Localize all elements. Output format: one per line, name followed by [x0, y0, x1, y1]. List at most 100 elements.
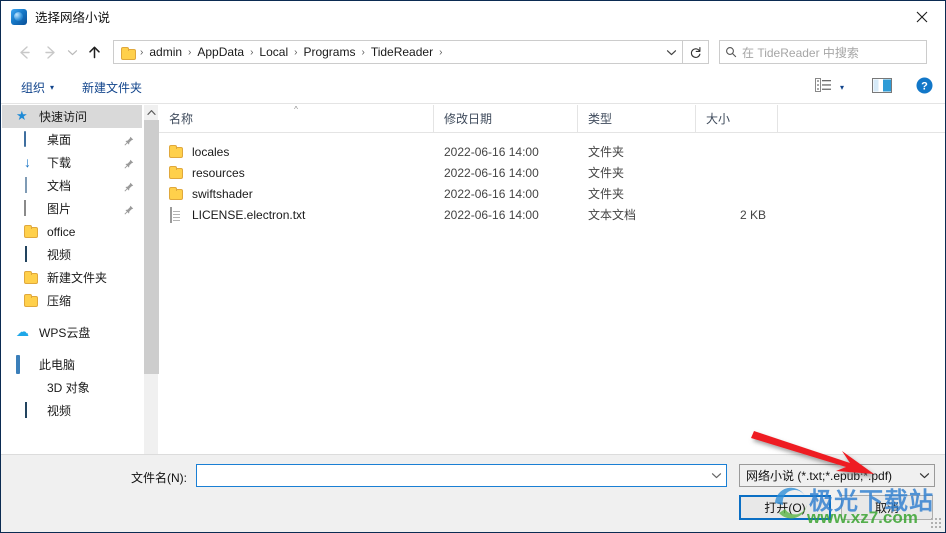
sidebar-item-2[interactable]: ↓ 下载	[2, 151, 142, 174]
sidebar-item-4[interactable]: 图片	[2, 197, 142, 220]
table-row[interactable]: resources 2022-06-16 14:00 文件夹	[159, 162, 945, 183]
search-placeholder: 在 TideReader 中搜索	[742, 45, 859, 60]
file-type-cell: 文件夹	[588, 145, 625, 159]
sidebar-item-label: 此电脑	[39, 358, 76, 372]
file-name-cell: swiftshader	[159, 186, 434, 201]
file-date-cell: 2022-06-16 14:00	[444, 207, 539, 222]
pin-icon[interactable]	[124, 135, 134, 146]
breadcrumb-separator: ›	[250, 46, 254, 58]
open-button[interactable]: 打开(O)	[739, 495, 831, 520]
file-date-cell: 2022-06-16 14:00	[444, 144, 539, 159]
sidebar-item-5[interactable]: office	[2, 220, 142, 243]
sidebar-item-label: 压缩	[47, 294, 72, 308]
navigation-pane-scrollbar[interactable]	[143, 105, 159, 479]
breadcrumb[interactable]: › admin › AppData › Local › Programs › T…	[113, 40, 683, 64]
breadcrumb-separator: ›	[361, 46, 365, 58]
breadcrumb-item-programs[interactable]: Programs	[299, 45, 359, 59]
help-button[interactable]: ?	[916, 77, 933, 99]
breadcrumb-separator: ›	[294, 46, 298, 58]
address-bar: › admin › AppData › Local › Programs › T…	[1, 32, 945, 72]
table-row[interactable]: LICENSE.electron.txt 2022-06-16 14:00 文本文档…	[159, 204, 945, 225]
resize-grip[interactable]	[930, 517, 942, 529]
sidebar-item-9[interactable]: ☁ WPS云盘	[2, 321, 142, 344]
sidebar-item-6[interactable]: 视频	[2, 243, 142, 266]
file-type-chevron-down-icon[interactable]	[914, 470, 934, 481]
breadcrumb-chevron-down-icon[interactable]	[660, 41, 682, 63]
svg-text:?: ?	[921, 80, 928, 92]
sidebar-item-label: 3D 对象	[47, 381, 90, 395]
file-rows: locales 2022-06-16 14:00 文件夹 resources 2022-…	[159, 133, 945, 225]
organize-button[interactable]: 组织 ▾	[13, 76, 62, 100]
new-folder-label: 新建文件夹	[82, 81, 143, 95]
sidebar-item-8[interactable]: 压缩	[2, 289, 142, 312]
scroll-up-chevron-up-icon[interactable]	[144, 105, 158, 120]
filename-chevron-down-icon[interactable]	[706, 465, 726, 486]
filename-input[interactable]	[197, 465, 706, 486]
file-name: resources	[192, 165, 245, 180]
back-arrow-icon[interactable]	[11, 39, 37, 65]
sidebar-item-1[interactable]: 桌面	[2, 128, 142, 151]
sidebar-item-12[interactable]: 视频	[2, 399, 142, 422]
new-folder-button[interactable]: 新建文件夹	[74, 76, 150, 100]
file-name: swiftshader	[192, 186, 253, 201]
file-open-dialog: 选择网络小说 › admin › AppData › Local › Progr…	[0, 0, 946, 533]
breadcrumb-item-admin[interactable]: admin	[145, 45, 186, 59]
column-header-name[interactable]: ^ 名称	[159, 104, 434, 133]
column-header-date[interactable]: 修改日期	[434, 104, 578, 133]
pin-icon[interactable]	[124, 181, 134, 192]
folder-icon	[24, 293, 40, 309]
breadcrumb-separator: ›	[188, 46, 192, 58]
table-row[interactable]: swiftshader 2022-06-16 14:00 文件夹	[159, 183, 945, 204]
breadcrumb-item-appdata[interactable]: AppData	[193, 45, 248, 59]
folder-icon	[121, 46, 136, 60]
filename-combobox[interactable]	[196, 464, 727, 487]
sidebar-item-label: 桌面	[47, 133, 72, 147]
cloud-icon: ☁	[16, 323, 29, 339]
documents-icon	[24, 176, 40, 194]
title-bar: 选择网络小说	[1, 1, 945, 32]
column-header-size[interactable]: 大小	[696, 104, 778, 133]
preview-pane-button[interactable]	[862, 77, 902, 98]
close-icon[interactable]	[899, 1, 945, 32]
navigation-pane[interactable]: ★ 快速访问 桌面 ↓ 下载 文档 图片 office 视频 新建文件夹 压缩 ☁ WPS云盘 此电脑 3D…	[2, 105, 142, 455]
sidebar-item-0[interactable]: ★ 快速访问	[2, 105, 142, 128]
table-row[interactable]: locales 2022-06-16 14:00 文件夹	[159, 141, 945, 162]
sidebar-item-label: 下载	[47, 156, 72, 170]
chevron-down-icon: ▾	[839, 83, 844, 92]
desktop-icon	[24, 130, 40, 148]
column-header-type[interactable]: 类型	[578, 104, 696, 133]
cancel-button[interactable]: 取消	[841, 495, 933, 520]
up-arrow-icon[interactable]	[81, 39, 107, 65]
scrollbar-thumb[interactable]	[144, 120, 159, 374]
sidebar-item-11[interactable]: 3D 对象	[2, 376, 142, 399]
folder-icon	[24, 224, 40, 240]
file-type-cell: 文本文档	[588, 208, 637, 222]
sidebar-item-10[interactable]: 此电脑	[2, 353, 142, 376]
column-header-name-label: 名称	[169, 112, 194, 126]
forward-arrow-icon[interactable]	[37, 39, 63, 65]
refresh-icon[interactable]	[683, 40, 709, 64]
file-date-cell: 2022-06-16 14:00	[444, 186, 539, 201]
breadcrumb-item-tidereader[interactable]: TideReader	[367, 45, 437, 59]
file-type-filter-value: 网络小说 (*.txt;*.epub;*.pdf)	[746, 469, 893, 483]
pin-icon[interactable]	[124, 158, 134, 169]
file-name-cell: locales	[159, 144, 434, 159]
search-input[interactable]: 在 TideReader 中搜索	[719, 40, 927, 64]
column-header-type-label: 类型	[588, 112, 613, 126]
file-name-cell: resources	[159, 165, 434, 180]
breadcrumb-separator: ›	[439, 46, 443, 58]
file-name: LICENSE.electron.txt	[192, 207, 306, 222]
folder-icon	[169, 144, 185, 159]
sidebar-item-3[interactable]: 文档	[2, 174, 142, 197]
search-icon	[720, 46, 742, 58]
command-toolbar: 组织 ▾ 新建文件夹 ▾ ?	[1, 72, 945, 104]
column-header-row: ^ 名称 修改日期 类型 大小	[159, 104, 945, 133]
recent-locations-chevron-down-icon[interactable]	[63, 39, 81, 65]
view-mode-button[interactable]: ▾	[811, 78, 848, 97]
file-type-cell: 文件夹	[588, 166, 625, 180]
sidebar-item-7[interactable]: 新建文件夹	[2, 266, 142, 289]
folder-icon	[169, 186, 185, 201]
pin-icon[interactable]	[124, 204, 134, 215]
file-type-filter[interactable]: 网络小说 (*.txt;*.epub;*.pdf)	[739, 464, 935, 487]
breadcrumb-item-local[interactable]: Local	[255, 45, 292, 59]
